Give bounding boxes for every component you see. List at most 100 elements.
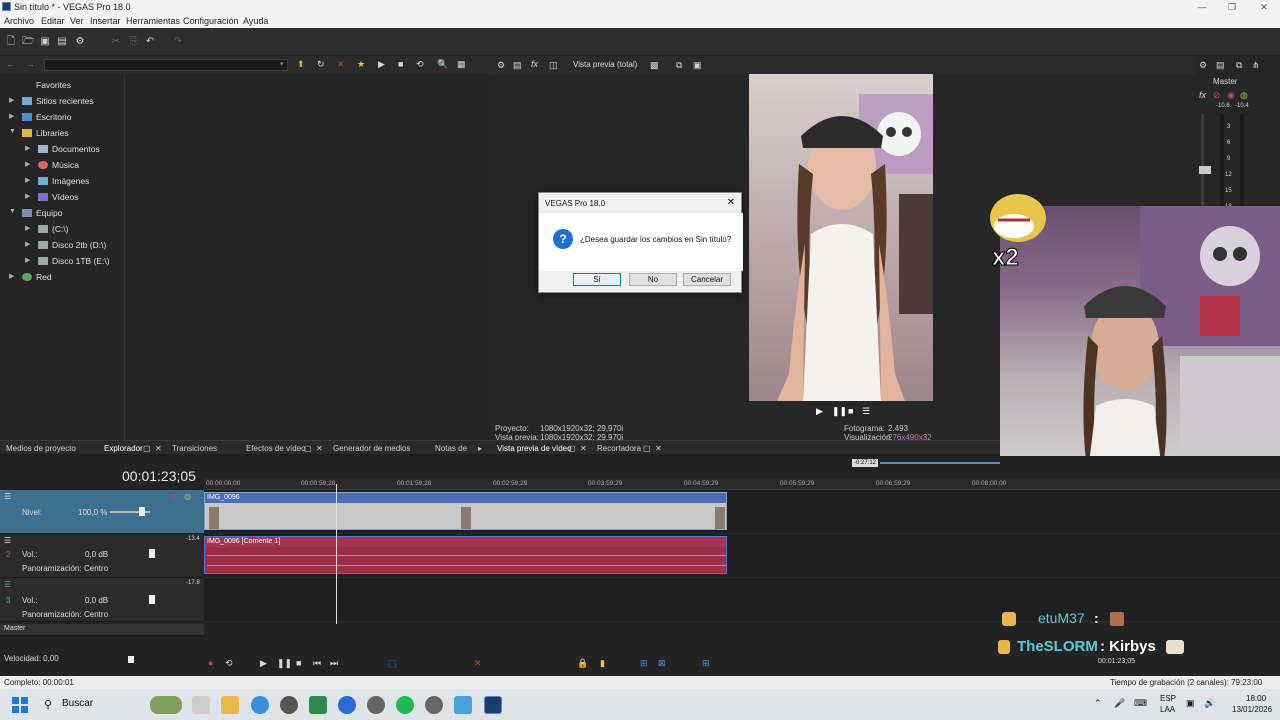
expand-arrow-icon[interactable]: ▶ [25,144,30,152]
up-folder-icon[interactable]: ⬆ [297,59,305,70]
undo-icon[interactable]: ↶ [144,36,156,48]
stop-icon[interactable]: ■ [848,406,853,416]
mute-icon[interactable]: ⊘ [1213,90,1221,101]
master-settings-icon[interactable]: ⚙ [1199,60,1207,71]
audio-clip[interactable]: IMG_0096 [Corriente 1] [204,536,727,574]
master-fx-icon[interactable]: fx [1199,90,1206,100]
playhead-cursor[interactable] [336,484,337,624]
expand-arrow-icon[interactable]: ▶ [25,192,30,200]
expand-arrow-icon[interactable]: ▶ [9,96,14,104]
save-icon[interactable]: ▣ [39,36,51,48]
close-window-button[interactable]: ✕ [1250,0,1278,14]
explorer-path-input[interactable] [44,59,288,71]
snap-icon[interactable]: ⊞ [640,658,648,669]
menu-icon[interactable]: ☰ [862,406,870,417]
chevron-up-icon[interactable]: ⌃ [1094,698,1102,709]
volume-slider-handle[interactable] [149,595,155,604]
refresh-icon[interactable]: ↻ [317,59,325,70]
tab-medios-proyecto[interactable]: Medios de proyecto [6,444,76,453]
track-menu-icon[interactable]: ☰ [4,492,11,501]
obs-icon[interactable] [280,696,298,714]
keyboard-icon[interactable]: ⌨ [1134,698,1147,709]
menu-editar[interactable]: Editar [41,16,65,26]
tab-close-icon[interactable]: ▢ [643,444,651,453]
menu-archivo[interactable]: Archivo [4,16,34,26]
minimize-button[interactable]: — [1188,0,1216,14]
tree-favorites[interactable]: Favorites [22,80,71,90]
track-menu-icon[interactable]: ☰ [4,580,11,589]
cut-icon[interactable]: ✂ [110,36,122,48]
redo-icon[interactable]: ↷ [172,36,184,48]
app-icon[interactable] [309,696,327,714]
clock-date[interactable]: 13/01/2026 [1232,705,1272,714]
expand-arrow-icon[interactable]: ▶ [25,160,30,168]
audio-track-header[interactable]: ☰ 2 Vol.: 0,0 dB Panoramización: Centro … [0,534,204,578]
audio-track-lane[interactable]: IMG_0096 [Corriente 1] [204,534,1280,578]
expand-arrow-icon[interactable]: ▶ [25,240,30,248]
tree-musica[interactable]: ▶ Música [25,160,79,170]
expand-arrow-icon[interactable]: ▶ [25,224,30,232]
tree-red[interactable]: ▶ Red [9,272,52,282]
play-preview-icon[interactable]: ▶ [378,59,385,70]
tab-explorador[interactable]: Explorador [104,444,143,453]
tree-sitios-recientes[interactable]: ▶ Sitios recientes [9,96,94,106]
delete-icon[interactable]: ✕ [474,658,482,669]
save-snapshot-icon[interactable]: ▣ [693,60,702,71]
settings-gear-icon[interactable] [367,696,385,714]
marker-icon[interactable]: ▮ [600,658,605,669]
volume-slider-handle[interactable] [149,549,155,558]
network-icon[interactable]: ▣ [1186,698,1195,709]
save-as-icon[interactable]: ▤ [56,36,68,48]
copy-icon[interactable]: ⎘ [128,36,140,48]
language-primary[interactable]: ESP [1160,694,1176,703]
loop-region-bar[interactable] [880,462,1000,464]
menu-ayuda[interactable]: Ayuda [243,16,268,26]
master-downmix-icon[interactable]: ⧉ [1236,60,1242,71]
clock-time[interactable]: 18:00 [1246,694,1266,703]
video-track-header[interactable]: ☰ Nivel: 100,0 % ⊘ ◍ [0,490,204,534]
project-properties-icon[interactable]: ▤ [513,60,522,71]
spotify-icon[interactable] [396,696,414,714]
master-properties-icon[interactable]: ▤ [1216,60,1225,71]
tab-close-icon[interactable]: ✕ [580,444,587,453]
play-icon[interactable]: ▶ [260,658,267,669]
tab-efectos-video[interactable]: Efectos de vídeo [246,444,306,453]
master-track-header[interactable]: Master [0,624,204,636]
microphone-icon[interactable]: 🎤 [1114,698,1125,709]
loop-icon[interactable]: ⟲ [225,658,233,669]
master-fader[interactable] [1199,166,1211,174]
automation-icon[interactable]: ◍ [1240,90,1248,101]
menu-herramientas[interactable]: Herramientas [126,16,180,26]
fx-icon[interactable]: fx [531,59,538,69]
pause-icon[interactable]: ❚❚ [277,658,292,669]
widget-landscape-icon[interactable] [150,696,182,714]
lock-icon[interactable]: 🔒 [577,658,588,669]
preview-settings-gear-icon[interactable]: ⚙ [497,60,505,71]
tab-close-icon[interactable]: ▢ [304,444,312,453]
auto-crossfade-icon[interactable]: ⊠ [658,658,666,669]
play-icon[interactable]: ▶ [816,406,823,417]
tab-generador-medios[interactable]: Generador de medios [333,444,410,453]
copy-snapshot-icon[interactable]: ⧉ [676,60,682,71]
timeline-ruler[interactable]: 00:00:00;00 00:00:59;28 00:01:59;28 00:0… [204,478,1280,490]
open-folder-icon[interactable]: 🗁 [22,36,34,48]
prev-icon[interactable]: ⏮ [313,658,321,669]
panel-splitter[interactable] [124,74,125,440]
audio-track-2-header[interactable]: ☰ 3 Vol.: 0,0 dB Panoramización: Centro … [0,578,204,622]
maximize-button[interactable]: ❐ [1218,0,1246,14]
video-track-lane[interactable]: IMG_0096 [204,490,1280,534]
search-icon[interactable]: ⚲ [44,698,52,711]
menu-configuracion[interactable]: Configuración [183,16,239,26]
stop-icon[interactable]: ■ [296,658,301,668]
menu-insertar[interactable]: Insertar [90,16,121,26]
overlay-icon[interactable]: ▩ [650,60,659,71]
vegas-pro-icon[interactable] [484,696,502,714]
video-clip[interactable]: IMG_0096 [204,492,727,530]
tree-escritorio[interactable]: ▶ Escritorio [9,112,71,122]
level-slider-handle[interactable] [139,507,145,516]
tab-close-icon[interactable]: ▢ [568,444,576,453]
yes-button[interactable]: Sí [573,273,621,286]
delete-icon[interactable]: ✕ [337,59,345,70]
tree-libraries[interactable]: ▼ Libraries [9,128,69,138]
app-icon[interactable] [425,696,443,714]
